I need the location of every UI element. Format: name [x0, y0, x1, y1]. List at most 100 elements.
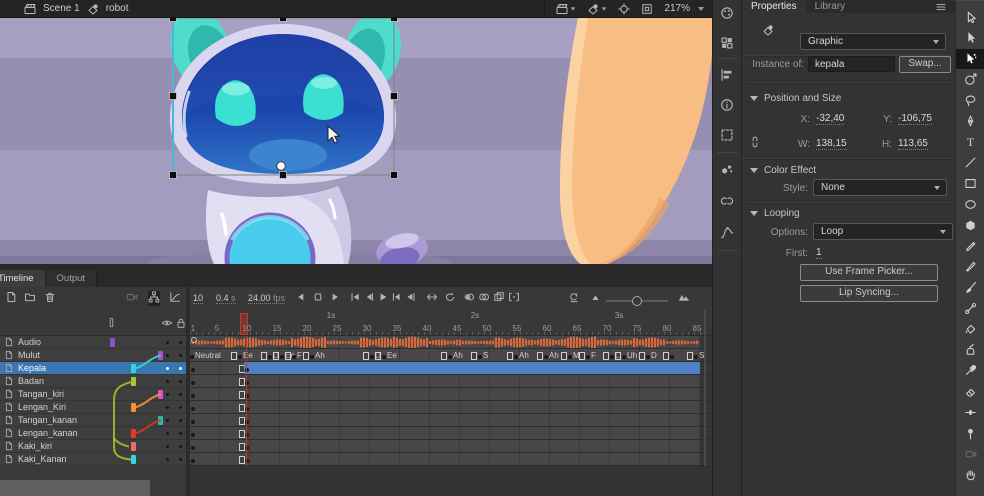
layer-item-mulut[interactable]: Mulut	[0, 349, 186, 362]
lock-toggle-dot[interactable]	[179, 458, 182, 461]
tab-library[interactable]: Library	[806, 0, 855, 13]
pen-tool[interactable]	[956, 111, 984, 131]
visibility-toggle-dot[interactable]	[166, 406, 169, 409]
visibility-toggle-dot[interactable]	[166, 341, 169, 344]
h-value[interactable]: 113,65	[898, 138, 928, 150]
center-frame-button[interactable]	[618, 3, 630, 15]
first-frame-value[interactable]: 1	[816, 247, 822, 259]
instance-name-field[interactable]: kepala	[808, 56, 895, 72]
section-color-effect[interactable]: Color Effect	[750, 165, 816, 176]
tab-properties[interactable]: Properties	[742, 0, 806, 13]
frame-track-mulut[interactable]: NeutralEeDEeFAhDEeAhSAhAhMFLUhDS	[190, 349, 712, 362]
layer-item-tangan_kanan[interactable]: Tangan_kanan	[0, 414, 186, 427]
edit-multiple-frames-button[interactable]	[493, 291, 505, 306]
lasso-tool[interactable]	[956, 90, 984, 110]
lock-toggle-dot[interactable]	[179, 393, 182, 396]
w-value[interactable]: 138,15	[816, 138, 847, 150]
current-frame-field[interactable]: 10	[193, 293, 203, 304]
motion-editor-panel-button[interactable]	[720, 226, 734, 243]
frame-track-audio[interactable]	[190, 336, 712, 349]
zoom-select[interactable]: 217%	[664, 3, 704, 14]
lock-toggle-dot[interactable]	[179, 432, 182, 435]
clip-content-button[interactable]	[641, 3, 653, 15]
center-playhead-button[interactable]	[426, 291, 438, 306]
transform-point[interactable]	[277, 162, 286, 171]
use-frame-picker-button[interactable]: Use Frame Picker...	[800, 264, 938, 281]
eyedropper-tool[interactable]	[956, 361, 984, 381]
layer-item-tangan_kiri[interactable]: Tangan_kiri	[0, 388, 186, 401]
pin-tool[interactable]	[956, 423, 984, 443]
elapsed-time-field[interactable]: 0.4 s	[216, 293, 236, 304]
zoom-out-frames-button[interactable]	[590, 291, 602, 306]
y-value[interactable]: -106,75	[898, 113, 932, 125]
breadcrumb-symbol[interactable]: robot	[106, 3, 129, 14]
prev-frame-button[interactable]	[295, 291, 307, 306]
frame-track-lengan_kanan[interactable]	[190, 427, 712, 440]
timeline-horizontal-scrollbar[interactable]	[0, 480, 150, 496]
section-position-size[interactable]: Position and Size	[750, 93, 841, 104]
loop-playback-button[interactable]	[444, 291, 456, 306]
loop-options-select[interactable]: Loop	[813, 223, 953, 240]
step-back-button[interactable]	[363, 291, 375, 306]
go-first-frame-button[interactable]	[349, 291, 361, 306]
step-forward-button[interactable]	[391, 291, 403, 306]
bone-tool[interactable]	[956, 298, 984, 318]
section-looping[interactable]: Looping	[750, 208, 800, 219]
breadcrumb-scene[interactable]: Scene 1	[43, 3, 80, 14]
lip-syncing-button[interactable]: Lip Syncing...	[800, 285, 938, 302]
stage-canvas[interactable]	[0, 18, 712, 264]
asset-warp-tool[interactable]	[956, 49, 984, 69]
visibility-toggle-dot[interactable]	[166, 445, 169, 448]
visibility-toggle-dot[interactable]	[166, 458, 169, 461]
edit-scene-button[interactable]	[556, 3, 576, 15]
gradient-transform-tool[interactable]	[956, 69, 984, 89]
playhead-line[interactable]	[246, 336, 247, 466]
link-dimensions-icon[interactable]	[749, 136, 761, 148]
frame-track-kaki_kiri[interactable]	[190, 440, 712, 453]
lock-toggle-dot[interactable]	[179, 341, 182, 344]
swap-button[interactable]: Swap...	[899, 56, 951, 73]
pencil-tool[interactable]	[956, 236, 984, 256]
ink-bottle-tool[interactable]	[956, 340, 984, 360]
layer-item-audio[interactable]: Audio	[0, 336, 186, 349]
lock-toggle-dot[interactable]	[179, 419, 182, 422]
lock-toggle-dot[interactable]	[179, 354, 182, 357]
frame-track-lengan_kiri[interactable]	[190, 401, 712, 414]
frame-track-tangan_kiri[interactable]	[190, 388, 712, 401]
lock-toggle-dot[interactable]	[179, 380, 182, 383]
symbol-type-select[interactable]: Graphic	[800, 33, 946, 50]
reset-timeline-zoom-button[interactable]	[568, 291, 580, 306]
frame-track-badan[interactable]	[190, 375, 712, 388]
line-tool[interactable]	[956, 153, 984, 173]
align-panel-button[interactable]	[720, 68, 734, 85]
swatches-panel-button[interactable]	[720, 36, 734, 53]
show-parenting-button[interactable]	[148, 291, 160, 306]
visibility-toggle-dot[interactable]	[166, 367, 169, 370]
edit-symbol-button[interactable]	[587, 3, 607, 15]
visibility-toggle-dot[interactable]	[166, 393, 169, 396]
layer-item-lengan_kiri[interactable]: Lengan_Kiri	[0, 401, 186, 414]
visibility-toggle-dot[interactable]	[166, 380, 169, 383]
camera-button[interactable]	[126, 291, 138, 306]
paint-bucket-tool[interactable]	[956, 319, 984, 339]
layer-item-badan[interactable]: Badan	[0, 375, 186, 388]
width-tool[interactable]	[956, 402, 984, 422]
selection-tool[interactable]	[956, 7, 984, 27]
selected-frame-span[interactable]	[244, 362, 700, 374]
x-value[interactable]: -32,40	[816, 113, 844, 125]
onion-skin-button[interactable]	[463, 291, 475, 306]
info-panel-button[interactable]	[720, 98, 734, 115]
lock-toggle-dot[interactable]	[179, 367, 182, 370]
eraser-tool[interactable]	[956, 381, 984, 401]
frame-track-kaki_kanan[interactable]	[190, 453, 712, 466]
paint-brush-tool[interactable]	[956, 277, 984, 297]
eye-icon[interactable]	[161, 317, 173, 332]
timeline-zoom-slider[interactable]	[606, 300, 668, 302]
lock-toggle-dot[interactable]	[179, 406, 182, 409]
tab-output[interactable]: Output	[46, 270, 98, 287]
polystar-tool[interactable]	[956, 215, 984, 235]
visibility-toggle-dot[interactable]	[166, 432, 169, 435]
rectangle-tool[interactable]	[956, 173, 984, 193]
delete-layer-button[interactable]	[44, 291, 56, 306]
visibility-toggle-dot[interactable]	[166, 354, 169, 357]
